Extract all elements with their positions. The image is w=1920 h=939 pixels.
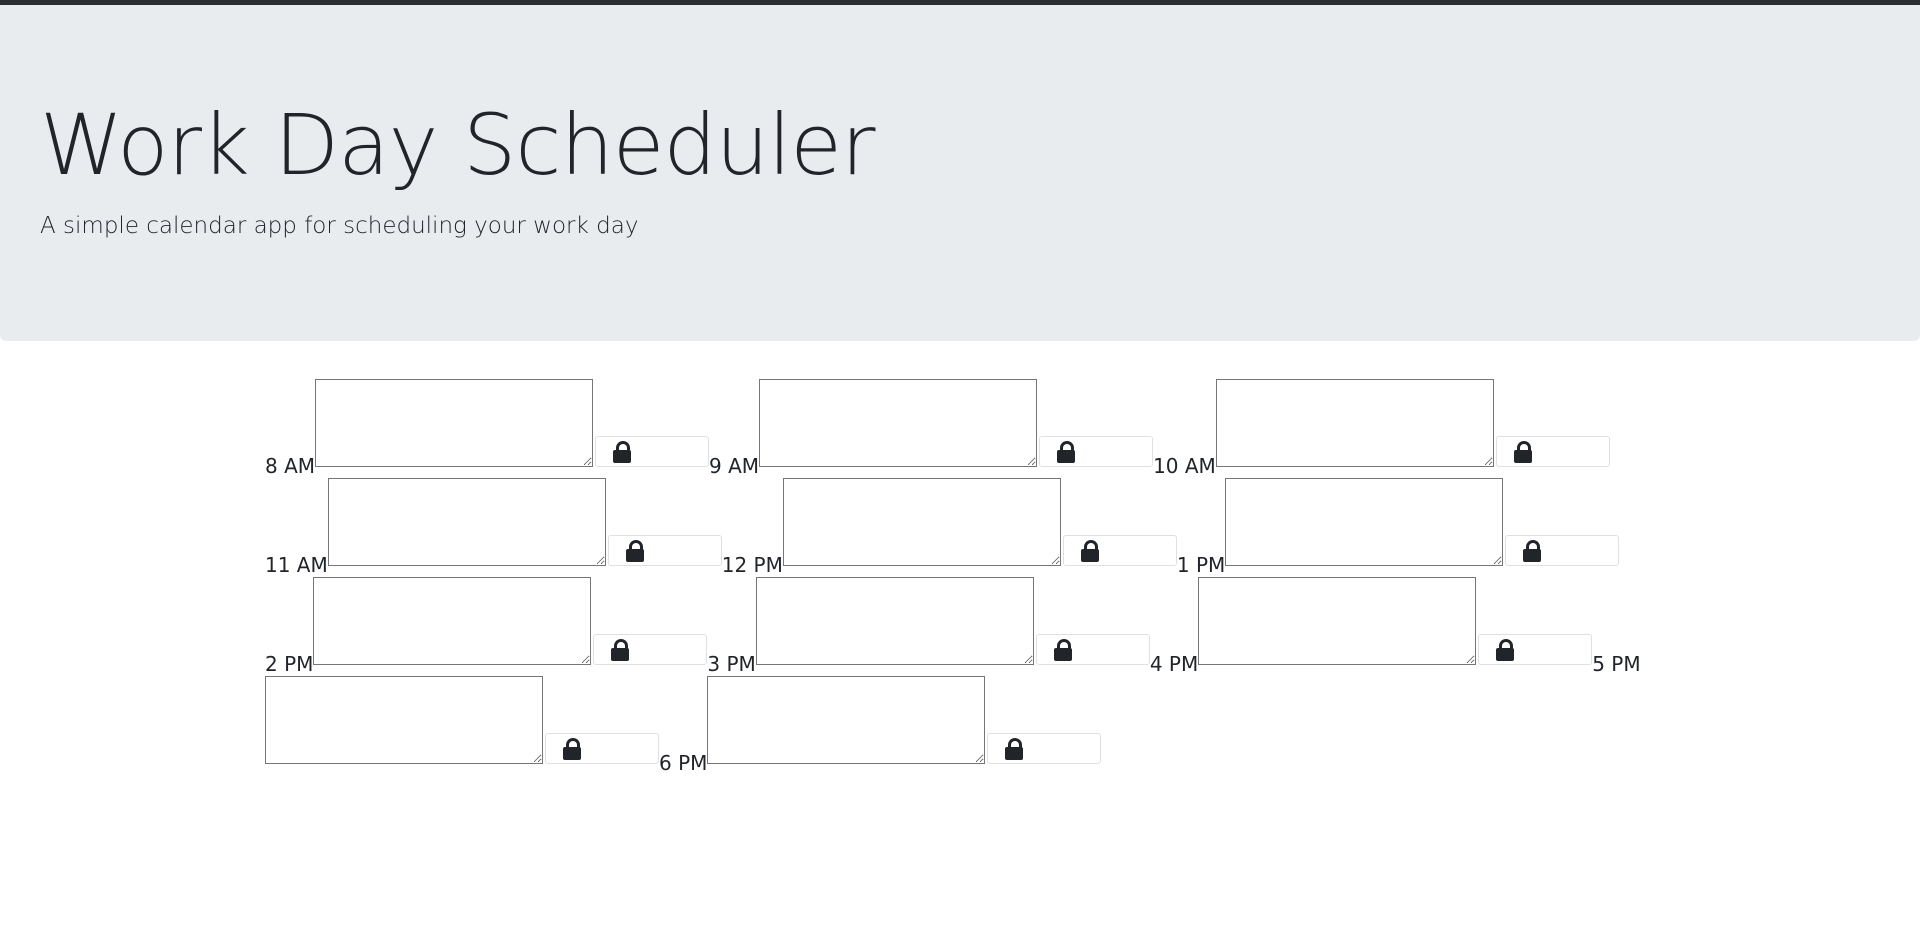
lock-icon	[1004, 737, 1024, 760]
lock-icon	[612, 440, 632, 463]
schedule-container: 8 AM 9 AM 10 AM 11 AM 12 PM 1 PM 2 PM 3 …	[265, 379, 1655, 775]
hour-label: 10 AM	[1153, 454, 1216, 478]
save-button-9am[interactable]	[1039, 436, 1154, 467]
task-input-6pm[interactable]	[707, 676, 986, 764]
hour-label: 1 PM	[1176, 553, 1226, 577]
task-input-5pm[interactable]	[265, 676, 543, 764]
lock-icon	[1053, 638, 1073, 661]
hour-label: 2 PM	[265, 652, 314, 676]
task-input-10am[interactable]	[1215, 379, 1494, 467]
save-button-11am[interactable]	[607, 535, 722, 566]
save-button-3pm[interactable]	[1035, 634, 1150, 665]
save-button-12pm[interactable]	[1062, 535, 1177, 566]
save-button-5pm[interactable]	[545, 733, 659, 764]
hour-label: 5 PM	[1592, 652, 1641, 676]
hour-label: 3 PM	[707, 652, 756, 676]
task-input-1pm[interactable]	[1225, 478, 1504, 566]
hour-label: 4 PM	[1149, 652, 1199, 676]
hour-label: 11 AM	[265, 553, 328, 577]
lock-icon	[625, 539, 645, 562]
task-input-8am[interactable]	[315, 379, 594, 467]
hour-label: 6 PM	[659, 751, 708, 775]
lock-icon	[1522, 539, 1542, 562]
task-input-11am[interactable]	[327, 478, 606, 566]
lock-icon	[610, 638, 630, 661]
task-input-2pm[interactable]	[313, 577, 592, 665]
lock-icon	[1056, 440, 1076, 463]
lock-icon	[562, 737, 582, 760]
page-subtitle: A simple calendar app for scheduling you…	[40, 213, 639, 239]
lock-icon	[1495, 638, 1515, 661]
task-input-4pm[interactable]	[1198, 577, 1477, 665]
save-button-1pm[interactable]	[1505, 535, 1620, 566]
task-input-9am[interactable]	[759, 379, 1038, 467]
lock-icon	[1513, 440, 1533, 463]
hour-label: 8 AM	[265, 454, 316, 478]
task-input-3pm[interactable]	[755, 577, 1034, 665]
save-button-8am[interactable]	[595, 436, 710, 467]
hour-label: 9 AM	[709, 454, 760, 478]
save-button-4pm[interactable]	[1478, 634, 1593, 665]
save-button-6pm[interactable]	[987, 733, 1102, 764]
lock-icon	[1080, 539, 1100, 562]
task-input-12pm[interactable]	[782, 478, 1061, 566]
save-button-10am[interactable]	[1495, 436, 1610, 467]
save-button-2pm[interactable]	[593, 634, 708, 665]
page-title: Work Day Scheduler	[40, 96, 876, 194]
jumbotron-header: Work Day Scheduler A simple calendar app…	[0, 5, 1920, 341]
hour-label: 12 PM	[721, 553, 783, 577]
